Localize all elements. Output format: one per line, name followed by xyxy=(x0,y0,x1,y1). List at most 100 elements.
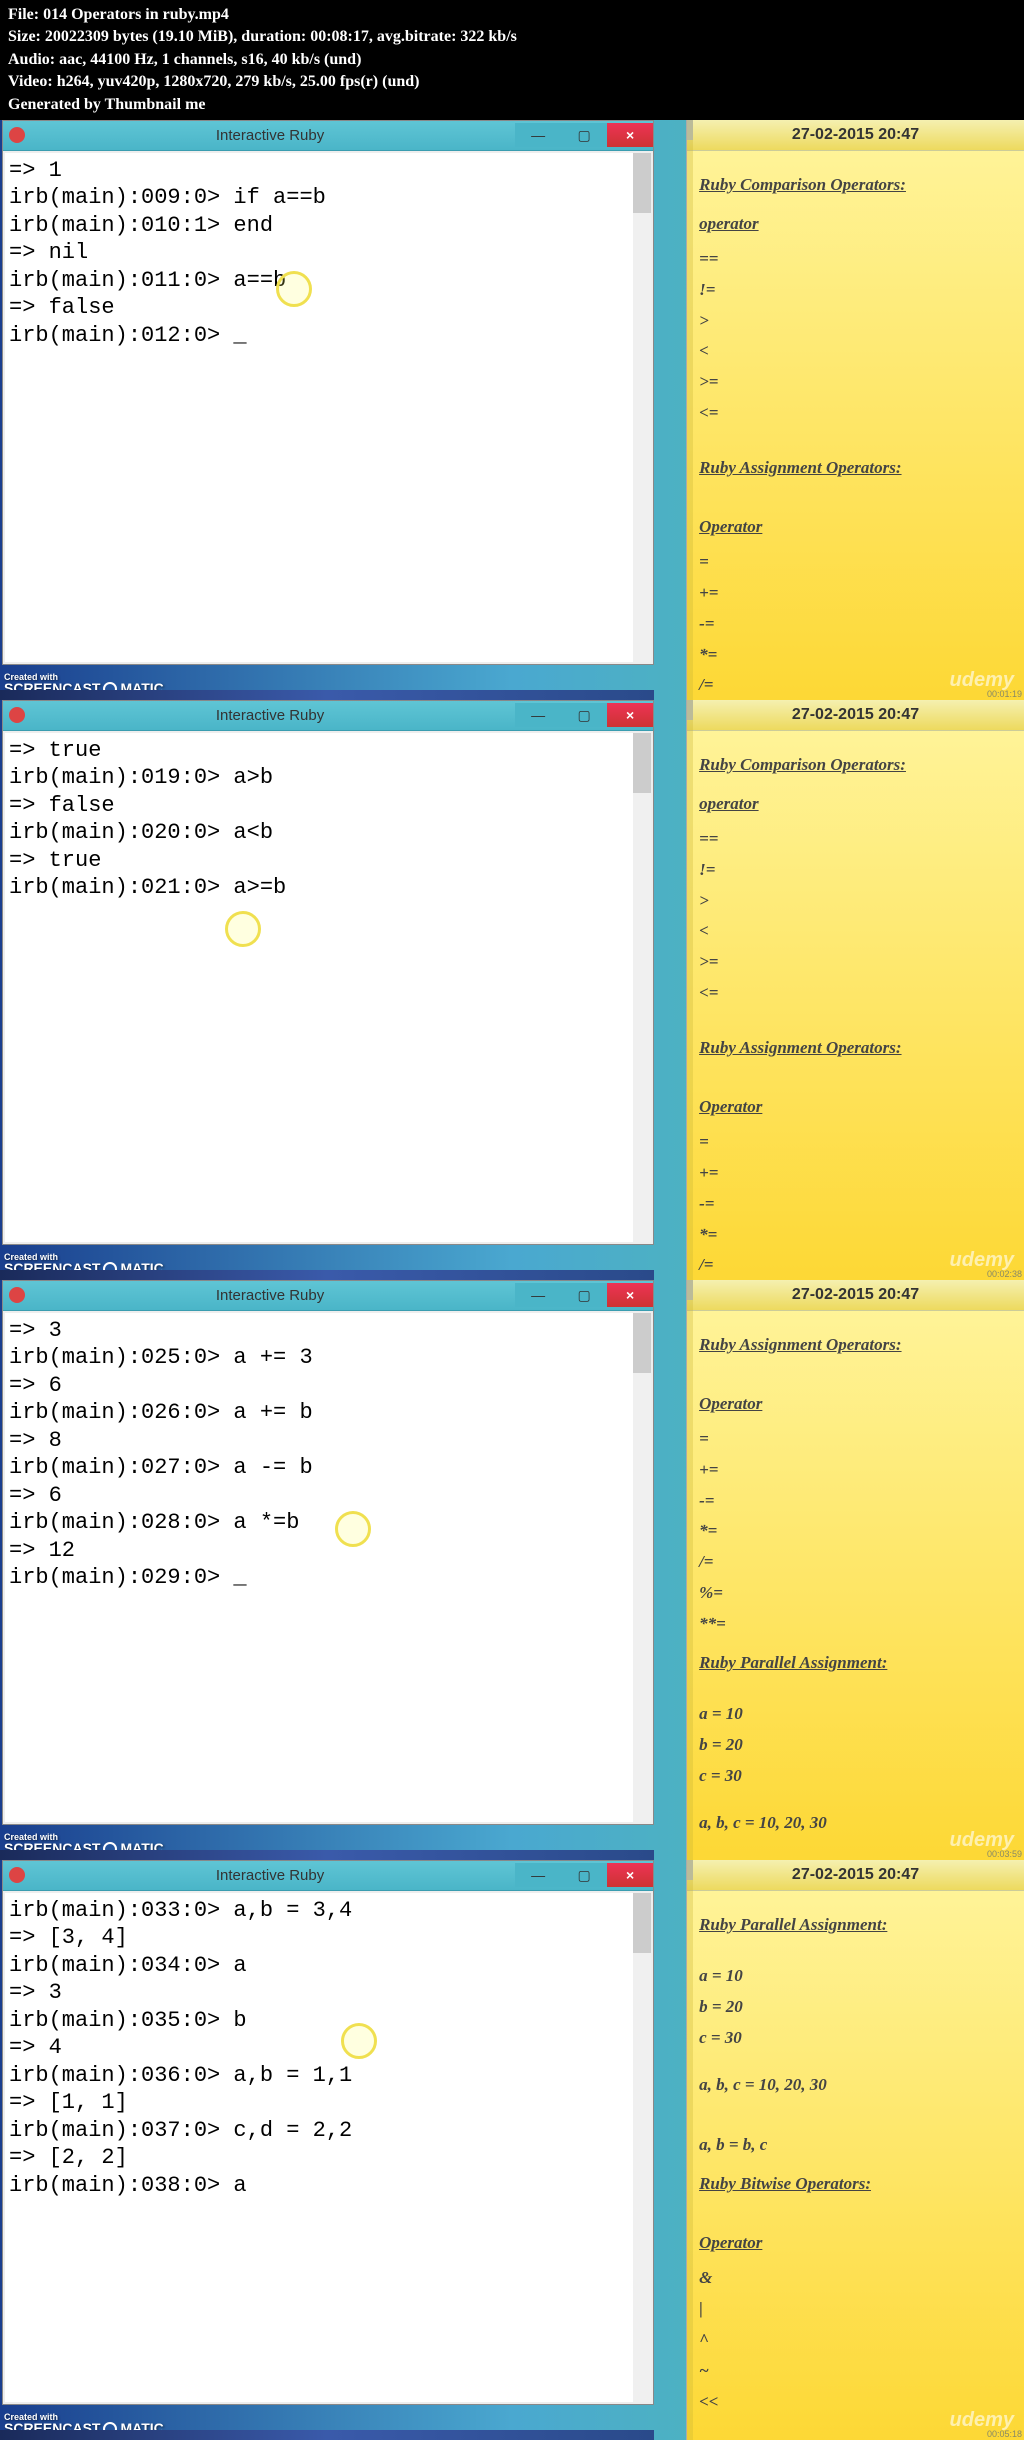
ruby-icon xyxy=(9,127,25,143)
notes-section-title: Ruby Parallel Assignment: xyxy=(699,1911,1012,1940)
mouse-cursor-highlight xyxy=(225,911,261,947)
notes-operator-line: **= xyxy=(699,1610,1012,1639)
minimize-button[interactable]: — xyxy=(515,123,561,147)
notes-operator-line: a, b = b, c xyxy=(699,2131,1012,2160)
notes-spacer xyxy=(699,1684,1012,1698)
vertical-scrollbar[interactable] xyxy=(633,153,651,662)
notes-date-header: 27-02-2015 20:47 xyxy=(687,1280,1024,1311)
notes-scroll-thumb[interactable] xyxy=(687,120,693,140)
notes-content[interactable]: Ruby Parallel Assignment:a = 10b = 20c =… xyxy=(687,1891,1024,2429)
notes-scrollbar[interactable] xyxy=(687,1280,693,1860)
notes-operator-line: -= xyxy=(699,1190,1012,1219)
notes-spacer xyxy=(699,430,1012,444)
notes-spacer xyxy=(699,1793,1012,1807)
maximize-button[interactable]: ▢ xyxy=(561,1863,607,1887)
notes-operator-line: -= xyxy=(699,610,1012,639)
notes-content[interactable]: Ruby Assignment Operators:Operator=+=-=*… xyxy=(687,1311,1024,1849)
notes-section-title: Ruby Comparison Operators: xyxy=(699,171,1012,200)
notes-scroll-thumb[interactable] xyxy=(687,1860,693,1880)
terminal-side: Interactive Ruby—▢×irb(main):033:0> a,b … xyxy=(0,1860,686,2440)
notes-operator-line: >= xyxy=(699,368,1012,397)
close-button[interactable]: × xyxy=(607,703,653,727)
sticky-notes: 27-02-2015 20:47Ruby Parallel Assignment… xyxy=(686,1860,1024,2440)
vertical-scrollbar[interactable] xyxy=(633,1313,651,1822)
notes-operator-line: < xyxy=(699,917,1012,946)
notes-operator-line: += xyxy=(699,579,1012,608)
scroll-thumb[interactable] xyxy=(633,153,651,213)
window-title: Interactive Ruby xyxy=(25,1287,515,1304)
scroll-thumb[interactable] xyxy=(633,1893,651,1953)
terminal-content[interactable]: => 1 irb(main):009:0> if a==b irb(main):… xyxy=(3,151,653,664)
notes-spacer xyxy=(699,1010,1012,1024)
notes-section-title: Operator xyxy=(699,1093,1012,1122)
titlebar[interactable]: Interactive Ruby—▢× xyxy=(3,701,653,731)
notes-spacer xyxy=(699,1366,1012,1380)
minimize-button[interactable]: — xyxy=(515,1863,561,1887)
notes-spacer xyxy=(699,2115,1012,2129)
notes-operator-line: != xyxy=(699,276,1012,305)
notes-section-title: Ruby Comparison Operators: xyxy=(699,751,1012,780)
video-frame-0: Interactive Ruby—▢×=> 1 irb(main):009:0>… xyxy=(0,120,1024,700)
notes-operator-line: = xyxy=(699,1128,1012,1157)
notes-scrollbar[interactable] xyxy=(687,1860,693,2440)
notes-spacer xyxy=(699,2101,1012,2115)
video-line: Video: h264, yuv420p, 1280x720, 279 kb/s… xyxy=(8,71,1016,93)
titlebar[interactable]: Interactive Ruby—▢× xyxy=(3,1861,653,1891)
timestamp-tag: 00:05:18 xyxy=(987,2429,1022,2439)
window-title: Interactive Ruby xyxy=(25,707,515,724)
notes-operator-line: == xyxy=(699,825,1012,854)
maximize-button[interactable]: ▢ xyxy=(561,1283,607,1307)
notes-section-title: Operator xyxy=(699,2229,1012,2258)
minimize-button[interactable]: — xyxy=(515,1283,561,1307)
irb-window: Interactive Ruby—▢×=> 1 irb(main):009:0>… xyxy=(2,120,654,665)
terminal-content[interactable]: => true irb(main):019:0> a>b => false ir… xyxy=(3,731,653,1244)
notes-section-title: Ruby Assignment Operators: xyxy=(699,1331,1012,1360)
notes-spacer xyxy=(699,489,1012,503)
notes-date-header: 27-02-2015 20:47 xyxy=(687,1860,1024,1891)
notes-spacer xyxy=(699,2055,1012,2069)
size-line: Size: 20022309 bytes (19.10 MiB), durati… xyxy=(8,26,1016,48)
terminal-content[interactable]: irb(main):033:0> a,b = 3,4 => [3, 4] irb… xyxy=(3,1891,653,2404)
close-button[interactable]: × xyxy=(607,1283,653,1307)
terminal-side: Interactive Ruby—▢×=> 1 irb(main):009:0>… xyxy=(0,120,686,700)
irb-window: Interactive Ruby—▢×=> true irb(main):019… xyxy=(2,700,654,1245)
scroll-thumb[interactable] xyxy=(633,733,651,793)
taskbar xyxy=(0,1270,654,1280)
notes-operator-line: *= xyxy=(699,1517,1012,1546)
maximize-button[interactable]: ▢ xyxy=(561,123,607,147)
notes-scrollbar[interactable] xyxy=(687,120,693,700)
notes-content[interactable]: Ruby Comparison Operators:operator==!=><… xyxy=(687,731,1024,1323)
notes-scroll-thumb[interactable] xyxy=(687,700,693,720)
notes-scroll-thumb[interactable] xyxy=(687,1280,693,1300)
notes-spacer xyxy=(699,1069,1012,1083)
taskbar xyxy=(0,2430,654,2440)
notes-operator-line: -= xyxy=(699,1487,1012,1516)
timestamp-tag: 00:01:19 xyxy=(987,689,1022,699)
notes-operator-line: <= xyxy=(699,399,1012,428)
maximize-button[interactable]: ▢ xyxy=(561,703,607,727)
notes-content[interactable]: Ruby Comparison Operators:operator==!=><… xyxy=(687,151,1024,743)
ruby-icon xyxy=(9,1867,25,1883)
mouse-cursor-highlight xyxy=(276,271,312,307)
close-button[interactable]: × xyxy=(607,1863,653,1887)
notes-operator-line: b = 20 xyxy=(699,1993,1012,2022)
generated-line: Generated by Thumbnail me xyxy=(8,94,1016,116)
minimize-button[interactable]: — xyxy=(515,703,561,727)
mouse-cursor-highlight xyxy=(341,2023,377,2059)
vertical-scrollbar[interactable] xyxy=(633,733,651,1242)
notes-spacer xyxy=(699,2205,1012,2219)
vertical-scrollbar[interactable] xyxy=(633,1893,651,2402)
notes-operator-line: | xyxy=(699,2295,1012,2324)
scroll-thumb[interactable] xyxy=(633,1313,651,1373)
titlebar[interactable]: Interactive Ruby—▢× xyxy=(3,121,653,151)
close-button[interactable]: × xyxy=(607,123,653,147)
terminal-content[interactable]: => 3 irb(main):025:0> a += 3 => 6 irb(ma… xyxy=(3,1311,653,1824)
notes-operator-line: != xyxy=(699,856,1012,885)
file-info-header: File: 014 Operators in ruby.mp4 Size: 20… xyxy=(0,0,1024,120)
ruby-icon xyxy=(9,707,25,723)
titlebar[interactable]: Interactive Ruby—▢× xyxy=(3,1281,653,1311)
notes-section-title: Ruby Assignment Operators: xyxy=(699,454,1012,483)
notes-scrollbar[interactable] xyxy=(687,700,693,1280)
notes-operator-line: %= xyxy=(699,1579,1012,1608)
notes-operator-line: & xyxy=(699,2264,1012,2293)
